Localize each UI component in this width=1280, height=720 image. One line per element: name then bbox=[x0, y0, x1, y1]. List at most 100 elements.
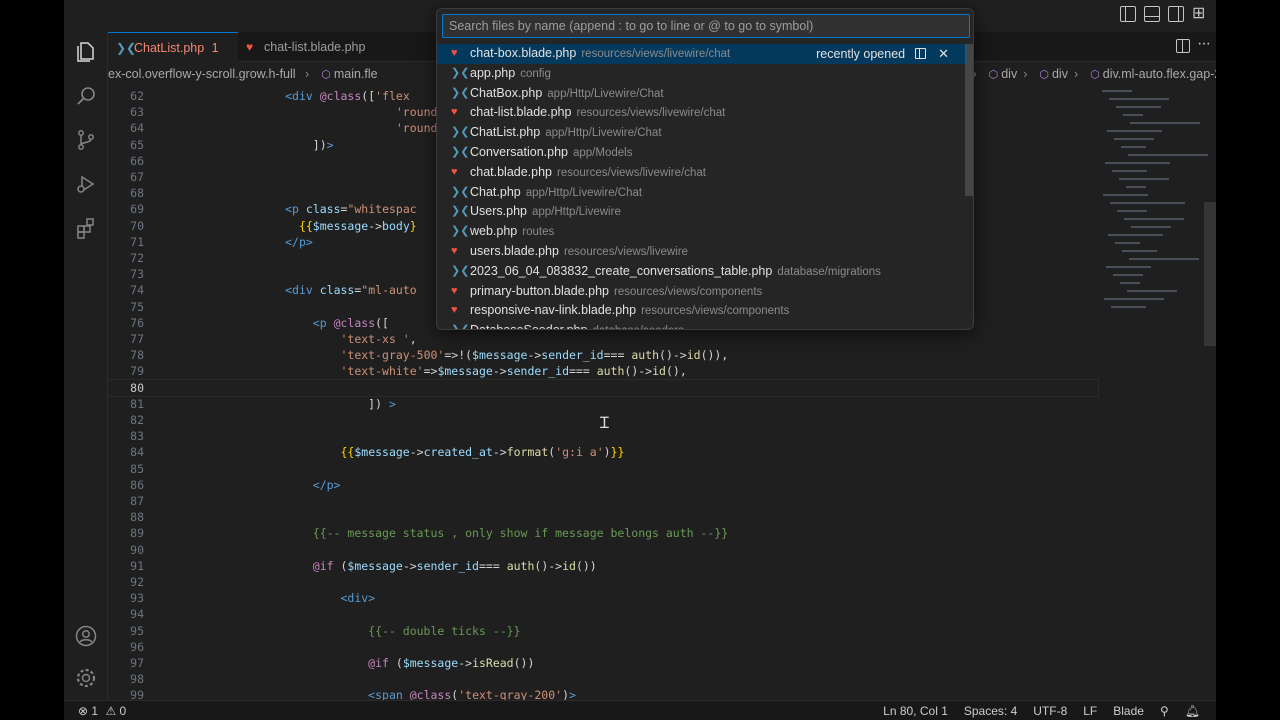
quick-open-item[interactable]: ❯❮ Chat.php app/Http/Livewire/Chat bbox=[437, 183, 967, 203]
code-line[interactable]: 87 bbox=[108, 493, 1098, 509]
quick-open-item[interactable]: ♥ chat-box.blade.php resources/views/livew… bbox=[437, 44, 967, 64]
quick-open-item[interactable]: ❯❮DatabaseSeeder.php database/seeders bbox=[437, 321, 967, 329]
blade-file-icon: ♥ bbox=[246, 40, 254, 54]
code-line[interactable]: 92 bbox=[108, 574, 1098, 590]
extensions-icon[interactable] bbox=[74, 216, 98, 240]
quick-open-input[interactable] bbox=[442, 14, 970, 38]
customize-layout-icon[interactable] bbox=[1192, 3, 1208, 23]
code-line[interactable]: 95 {{-- double ticks --}} bbox=[108, 623, 1098, 639]
tab-chatlist-php[interactable]: ❯❮ ChatList.php 1 bbox=[108, 32, 238, 62]
language-mode[interactable]: Blade bbox=[1105, 701, 1152, 720]
php-file-icon: ❯❮ bbox=[116, 41, 137, 55]
item-actions: recently opened ✕ bbox=[816, 44, 949, 65]
more-actions-icon[interactable]: ··· bbox=[1197, 35, 1211, 53]
breadcrumb-item[interactable]: div bbox=[1001, 67, 1017, 81]
php-file-icon: ❯❮ bbox=[451, 225, 470, 238]
run-debug-icon[interactable] bbox=[74, 172, 98, 196]
quick-open-list: ♥ chat-box.blade.php resources/views/livew… bbox=[437, 44, 967, 329]
code-line[interactable]: 89 {{-- message status , only show if me… bbox=[108, 525, 1098, 541]
quick-open-item[interactable]: ❯❮ Users.php app/Http/Livewire bbox=[437, 202, 967, 222]
quick-open-item[interactable]: ❯❮ Conversation.php app/Models bbox=[437, 143, 967, 163]
account-icon[interactable] bbox=[74, 624, 98, 648]
tab-label: chat-list.blade.php bbox=[264, 40, 366, 54]
settings-gear-icon[interactable] bbox=[74, 666, 98, 690]
code-line[interactable]: 79 'text-white'=>$message->sender_id=== … bbox=[108, 363, 1098, 379]
code-line[interactable]: 85 bbox=[108, 461, 1098, 477]
problems-indicator[interactable]: ⊗ 1 ⚠ 0 bbox=[78, 701, 126, 720]
warning-icon: ⚠ bbox=[105, 704, 117, 718]
notifications-bell-icon[interactable]: 🔔︎ bbox=[1177, 701, 1208, 720]
encoding[interactable]: UTF-8 bbox=[1025, 701, 1075, 720]
code-line[interactable]: 96 bbox=[108, 639, 1098, 655]
code-text: {{-- double ticks --}} bbox=[368, 623, 521, 638]
toggle-primary-sidebar-icon[interactable] bbox=[1120, 6, 1136, 22]
line-number: 93 bbox=[130, 591, 144, 606]
quick-open-item[interactable]: ♥ users.blade.php resources/views/livewire bbox=[437, 242, 967, 262]
end-of-line[interactable]: LF bbox=[1075, 701, 1105, 720]
file-name: chat-list.blade.php bbox=[470, 105, 572, 120]
quick-open-item[interactable]: ♥ chat-list.blade.php resources/views/live… bbox=[437, 103, 967, 123]
code-text: </p> bbox=[312, 477, 341, 492]
code-line[interactable]: 78 'text-gray-500'=>!($message->sender_i… bbox=[108, 347, 1098, 363]
toggle-secondary-sidebar-icon[interactable] bbox=[1168, 6, 1184, 22]
error-icon: ⊗ bbox=[78, 704, 89, 718]
line-number: 62 bbox=[130, 89, 144, 103]
quick-open-item[interactable]: ❯❮ 2023_06_04_083832_create_conversations… bbox=[437, 262, 967, 282]
copilot-icon[interactable]: ⚲ bbox=[1152, 701, 1177, 720]
breadcrumb-item[interactable]: div bbox=[1052, 67, 1068, 81]
code-line[interactable]: 94 bbox=[108, 606, 1098, 622]
source-control-icon[interactable] bbox=[74, 128, 98, 152]
code-text: <div> bbox=[340, 591, 376, 606]
code-line[interactable]: 77 'text-xs ', bbox=[108, 331, 1098, 347]
line-number: 73 bbox=[130, 267, 144, 282]
code-line[interactable]: 98 bbox=[108, 671, 1098, 687]
code-line[interactable]: 90 bbox=[108, 542, 1098, 558]
code-line[interactable]: 88 bbox=[108, 509, 1098, 525]
search-icon[interactable] bbox=[74, 84, 98, 108]
line-number: 66 bbox=[130, 153, 144, 168]
cursor-position[interactable]: Ln 80, Col 1 bbox=[875, 701, 956, 720]
php-file-icon: ❯❮ bbox=[451, 205, 470, 218]
quick-open-item[interactable]: ♥ chat.blade.php resources/views/livewire/… bbox=[437, 163, 967, 183]
tab-chat-list-blade[interactable]: ♥ chat-list.blade.php bbox=[238, 32, 388, 62]
line-number: 64 bbox=[130, 121, 144, 136]
breadcrumb-item[interactable]: div.ml-auto.flex.gap-2 bbox=[1103, 67, 1216, 81]
code-line[interactable]: 86 </p> bbox=[108, 477, 1098, 493]
code-text: ]) > bbox=[202, 396, 396, 411]
quick-open-item[interactable]: ❯❮ ChatList.php app/Http/Livewire/Chat bbox=[437, 123, 967, 143]
indentation[interactable]: Spaces: 4 bbox=[956, 701, 1025, 720]
code-text: 'text-xs ', bbox=[340, 332, 417, 346]
code-text: <p class="whitespac bbox=[285, 202, 417, 217]
line-number: 81 bbox=[130, 396, 144, 411]
toggle-panel-icon[interactable] bbox=[1144, 6, 1160, 22]
file-path: database/seeders bbox=[592, 325, 683, 329]
editor-scrollbar[interactable] bbox=[1204, 202, 1216, 346]
code-text: <div class="ml-auto bbox=[285, 283, 417, 298]
breadcrumb-item[interactable]: main.fle bbox=[334, 67, 378, 81]
minimap[interactable] bbox=[1102, 86, 1208, 316]
line-number: 77 bbox=[130, 332, 144, 346]
code-line[interactable]: 81 ]) > bbox=[108, 396, 1098, 412]
code-text: 'rounde bbox=[395, 121, 445, 136]
code-line[interactable]: 80 bbox=[107, 378, 1099, 397]
code-line[interactable]: 91 @if ($message->sender_id=== auth()->i… bbox=[108, 558, 1098, 574]
breadcrumb-item[interactable]: ex-col.overflow-y-scroll.grow.h-full bbox=[108, 67, 296, 81]
quick-open-item[interactable]: ♥ primary-button.blade.php resources/views… bbox=[437, 282, 967, 302]
code-line[interactable]: 84 {{$message->created_at->format('g:i a… bbox=[108, 444, 1098, 460]
quick-open-item[interactable]: ❯❮ ChatBox.php app/Http/Livewire/Chat bbox=[437, 84, 967, 104]
quick-open-item[interactable]: ♥ responsive-nav-link.blade.php resources/… bbox=[437, 301, 967, 321]
quick-open-item[interactable]: ❯❮ web.php routes bbox=[437, 222, 967, 242]
quick-open-item[interactable]: ❯❮ app.php config bbox=[437, 64, 967, 84]
open-to-side-icon[interactable] bbox=[915, 48, 927, 59]
php-file-icon: ❯❮ bbox=[451, 66, 470, 79]
file-name: Conversation.php bbox=[470, 144, 568, 159]
file-name: ChatBox.php bbox=[470, 85, 543, 100]
quick-open-scrollbar[interactable] bbox=[965, 44, 973, 196]
line-number: 85 bbox=[130, 461, 144, 476]
split-editor-icon[interactable] bbox=[1176, 39, 1190, 53]
code-line[interactable]: 93 <div> bbox=[108, 590, 1098, 606]
remove-from-recent-icon[interactable]: ✕ bbox=[938, 46, 949, 61]
code-line[interactable]: 97 @if ($message->isRead()) bbox=[108, 655, 1098, 671]
explorer-icon[interactable] bbox=[74, 40, 98, 64]
symbol-icon: ⬡ bbox=[321, 69, 331, 81]
